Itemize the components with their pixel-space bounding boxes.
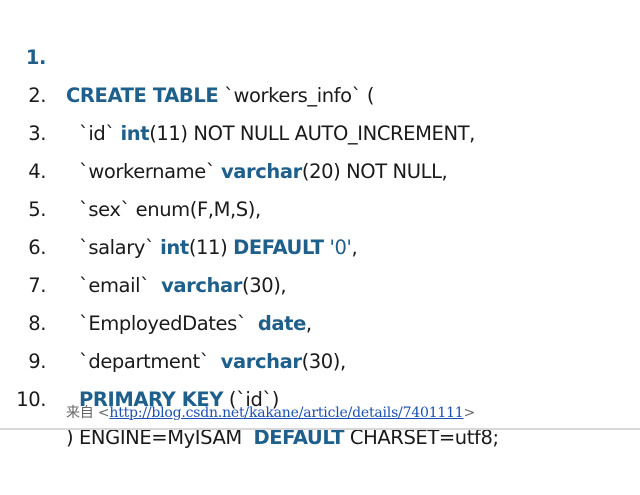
code-line: 5. `salary` int(11) DEFAULT '0', xyxy=(0,153,357,259)
code-line: 7. `EmployedDates` date, xyxy=(0,229,312,335)
sql-keyword: DEFAULT xyxy=(233,236,324,259)
line-content: `id` int(11) NOT NULL AUTO_INCREMENT, xyxy=(79,115,475,153)
sql-text: `id` xyxy=(79,122,121,145)
sql-type: int xyxy=(160,236,189,259)
line-content: `salary` int(11) DEFAULT '0', xyxy=(79,229,358,267)
line-content: CREATE TABLE `workers_info` ( xyxy=(66,77,374,115)
sql-text: `department` xyxy=(79,350,221,373)
code-line: 1. CREATE TABLE `workers_info` ( xyxy=(0,1,375,107)
sql-type: varchar xyxy=(220,160,302,183)
code-line: 6. `email` varchar(30), xyxy=(0,191,286,297)
source-suffix: > xyxy=(463,405,476,421)
sql-string: '0' xyxy=(329,236,352,259)
sql-text: (11) xyxy=(188,236,234,259)
sql-keyword: CREATE TABLE xyxy=(66,84,219,107)
line-content: `EmployedDates` date, xyxy=(79,305,312,343)
source-prefix: 来自 < xyxy=(66,405,110,421)
sql-text: `workers_info` ( xyxy=(218,84,375,107)
line-content: `sex` enum(F,M,S), xyxy=(79,191,261,229)
code-line: 2. `id` int(11) NOT NULL AUTO_INCREMENT, xyxy=(0,39,475,145)
sql-type: int xyxy=(120,122,150,145)
sql-text: `salary` xyxy=(79,236,161,259)
sql-text: (20) NOT NULL, xyxy=(301,160,448,183)
sql-type: varchar xyxy=(161,274,242,297)
line-content: `email` varchar(30), xyxy=(79,267,287,305)
sql-code-block: 1. CREATE TABLE `workers_info` ( 2. `id`… xyxy=(0,0,640,449)
sql-text: (30), xyxy=(241,274,287,297)
sql-text: , xyxy=(305,312,312,335)
sql-type: varchar xyxy=(220,350,302,373)
line-number: 10. xyxy=(16,388,46,411)
code-line: 3. `workername` varchar(20) NOT NULL, xyxy=(0,77,448,183)
line-content: `department` varchar(30), xyxy=(79,343,346,381)
code-line: 8. `department` varchar(30), xyxy=(0,267,346,373)
sql-text: , xyxy=(351,236,358,259)
source-link[interactable]: http://blog.csdn.net/kakane/article/deta… xyxy=(109,405,463,421)
sql-text: (11) NOT NULL AUTO_INCREMENT, xyxy=(149,122,475,145)
sql-type: date xyxy=(257,312,306,335)
code-line: 10. ) ENGINE=MyISAM DEFAULT CHARSET=utf8… xyxy=(0,343,499,449)
code-line: 9. PRIMARY KEY (`id`) xyxy=(0,305,279,411)
sql-text: `sex` enum(F,M,S), xyxy=(79,198,261,221)
line-content: `workername` varchar(20) NOT NULL, xyxy=(79,153,448,191)
line-content: ) ENGINE=MyISAM DEFAULT CHARSET=utf8; xyxy=(66,419,499,457)
code-line: 4. `sex` enum(F,M,S), xyxy=(0,115,261,221)
sql-text: `email` xyxy=(79,274,162,297)
sql-text: (30), xyxy=(301,350,347,373)
sql-text: `workername` xyxy=(79,160,221,183)
source-attribution: 来自 <http://blog.csdn.net/kakane/article/… xyxy=(66,402,475,422)
sql-text: `EmployedDates` xyxy=(79,312,258,335)
